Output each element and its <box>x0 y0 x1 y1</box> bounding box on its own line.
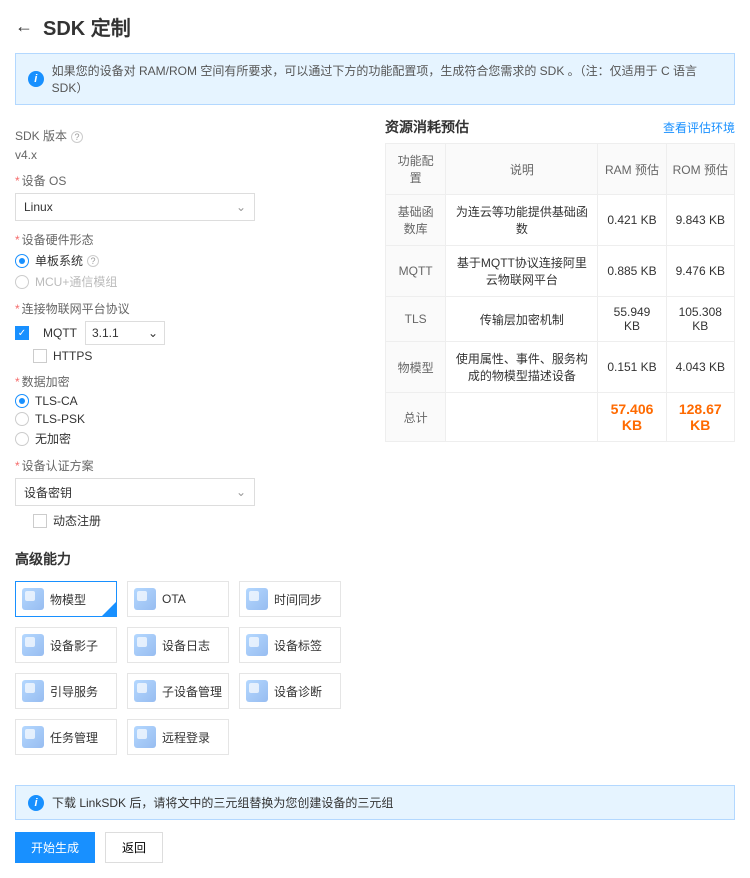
dynamic-register[interactable]: 动态注册 <box>33 512 365 529</box>
feature-label: OTA <box>162 592 186 606</box>
feature-icon <box>246 680 268 702</box>
table-row: 基础函数库为连云等功能提供基础函数0.421 KB9.843 KB <box>386 195 735 246</box>
help-icon[interactable]: ? <box>71 131 83 143</box>
checkbox-icon <box>33 514 47 528</box>
hardware-option-single[interactable]: 单板系统 ? <box>15 252 365 269</box>
encryption-tls-psk[interactable]: TLS-PSK <box>15 412 365 426</box>
help-icon[interactable]: ? <box>87 255 99 267</box>
resource-title: 资源消耗预估 <box>385 117 469 137</box>
feature-icon <box>22 680 44 702</box>
feature-icon <box>134 680 156 702</box>
footer-banner: i 下载 LinkSDK 后，请将文中的三元组替换为您创建设备的三元组 <box>15 785 735 820</box>
auth-select[interactable]: 设备密钥⌄ <box>15 478 255 506</box>
protocol-label: *连接物联网平台协议 <box>15 300 365 317</box>
feature-label: 设备标签 <box>274 637 322 654</box>
mqtt-version-select[interactable]: 3.1.1⌄ <box>85 321 165 345</box>
advanced-title: 高级能力 <box>15 549 365 569</box>
feature-icon <box>22 726 44 748</box>
auth-label: *设备认证方案 <box>15 457 365 474</box>
table-header: 功能配置 <box>386 144 446 195</box>
encryption-tls-ca[interactable]: TLS-CA <box>15 394 365 408</box>
radio-icon <box>15 254 29 268</box>
https-option[interactable]: HTTPS <box>33 349 365 363</box>
feature-label: 时间同步 <box>274 591 322 608</box>
https-checkbox <box>33 349 47 363</box>
table-header: ROM 预估 <box>666 144 734 195</box>
feature-icon <box>246 588 268 610</box>
feature-8[interactable]: 设备诊断 <box>239 673 341 709</box>
table-total-row: 总计57.406 KB128.67 KB <box>386 393 735 442</box>
feature-6[interactable]: 引导服务 <box>15 673 117 709</box>
device-os-select[interactable]: Linux⌄ <box>15 193 255 221</box>
start-button[interactable]: 开始生成 <box>15 832 95 863</box>
feature-icon <box>22 634 44 656</box>
feature-label: 设备日志 <box>162 637 210 654</box>
feature-icon <box>22 588 44 610</box>
encryption-label: *数据加密 <box>15 373 365 390</box>
eval-env-link[interactable]: 查看评估环境 <box>663 119 735 136</box>
back-button[interactable]: 返回 <box>105 832 163 863</box>
hardware-label: *设备硬件形态 <box>15 231 365 248</box>
mqtt-label: MQTT <box>43 326 77 340</box>
table-row: 物模型使用属性、事件、服务构成的物模型描述设备0.151 KB4.043 KB <box>386 342 735 393</box>
feature-5[interactable]: 设备标签 <box>239 627 341 663</box>
feature-label: 设备影子 <box>50 637 98 654</box>
radio-icon <box>15 432 29 446</box>
feature-3[interactable]: 设备影子 <box>15 627 117 663</box>
table-header: 说明 <box>446 144 598 195</box>
feature-icon <box>134 588 156 610</box>
info-banner-text: 如果您的设备对 RAM/ROM 空间有所要求，可以通过下方的功能配置项，生成符合… <box>52 62 722 96</box>
sdk-version-value: v4.x <box>15 148 365 162</box>
feature-4[interactable]: 设备日志 <box>127 627 229 663</box>
feature-0[interactable]: 物模型 <box>15 581 117 617</box>
feature-icon <box>134 634 156 656</box>
chevron-down-icon: ⌄ <box>148 326 158 340</box>
chevron-down-icon: ⌄ <box>236 485 246 499</box>
feature-label: 子设备管理 <box>162 683 222 700</box>
device-os-label: *设备 OS <box>15 172 365 189</box>
chevron-down-icon: ⌄ <box>236 200 246 214</box>
mqtt-checkbox[interactable] <box>15 326 29 340</box>
table-row: TLS传输层加密机制55.949 KB105.308 KB <box>386 297 735 342</box>
info-icon: i <box>28 795 44 811</box>
info-banner: i 如果您的设备对 RAM/ROM 空间有所要求，可以通过下方的功能配置项，生成… <box>15 53 735 105</box>
feature-label: 远程登录 <box>162 729 210 746</box>
feature-icon <box>134 726 156 748</box>
feature-10[interactable]: 远程登录 <box>127 719 229 755</box>
radio-icon <box>15 394 29 408</box>
feature-9[interactable]: 任务管理 <box>15 719 117 755</box>
radio-icon <box>15 412 29 426</box>
table-header: RAM 预估 <box>598 144 666 195</box>
feature-label: 任务管理 <box>50 729 98 746</box>
hardware-option-mcu[interactable]: MCU+通信模组 <box>15 273 365 290</box>
feature-label: 设备诊断 <box>274 683 322 700</box>
page-title: SDK 定制 <box>43 12 131 41</box>
feature-1[interactable]: OTA <box>127 581 229 617</box>
back-arrow-icon[interactable]: ← <box>15 16 33 37</box>
feature-label: 物模型 <box>50 591 86 608</box>
feature-icon <box>246 634 268 656</box>
encryption-none[interactable]: 无加密 <box>15 430 365 447</box>
sdk-version-label: SDK 版本? <box>15 127 365 144</box>
feature-7[interactable]: 子设备管理 <box>127 673 229 709</box>
resource-table: 功能配置说明RAM 预估ROM 预估 基础函数库为连云等功能提供基础函数0.42… <box>385 143 735 442</box>
feature-2[interactable]: 时间同步 <box>239 581 341 617</box>
table-row: MQTT基于MQTT协议连接阿里云物联网平台0.885 KB9.476 KB <box>386 246 735 297</box>
feature-label: 引导服务 <box>50 683 98 700</box>
info-icon: i <box>28 71 44 87</box>
radio-icon <box>15 275 29 289</box>
